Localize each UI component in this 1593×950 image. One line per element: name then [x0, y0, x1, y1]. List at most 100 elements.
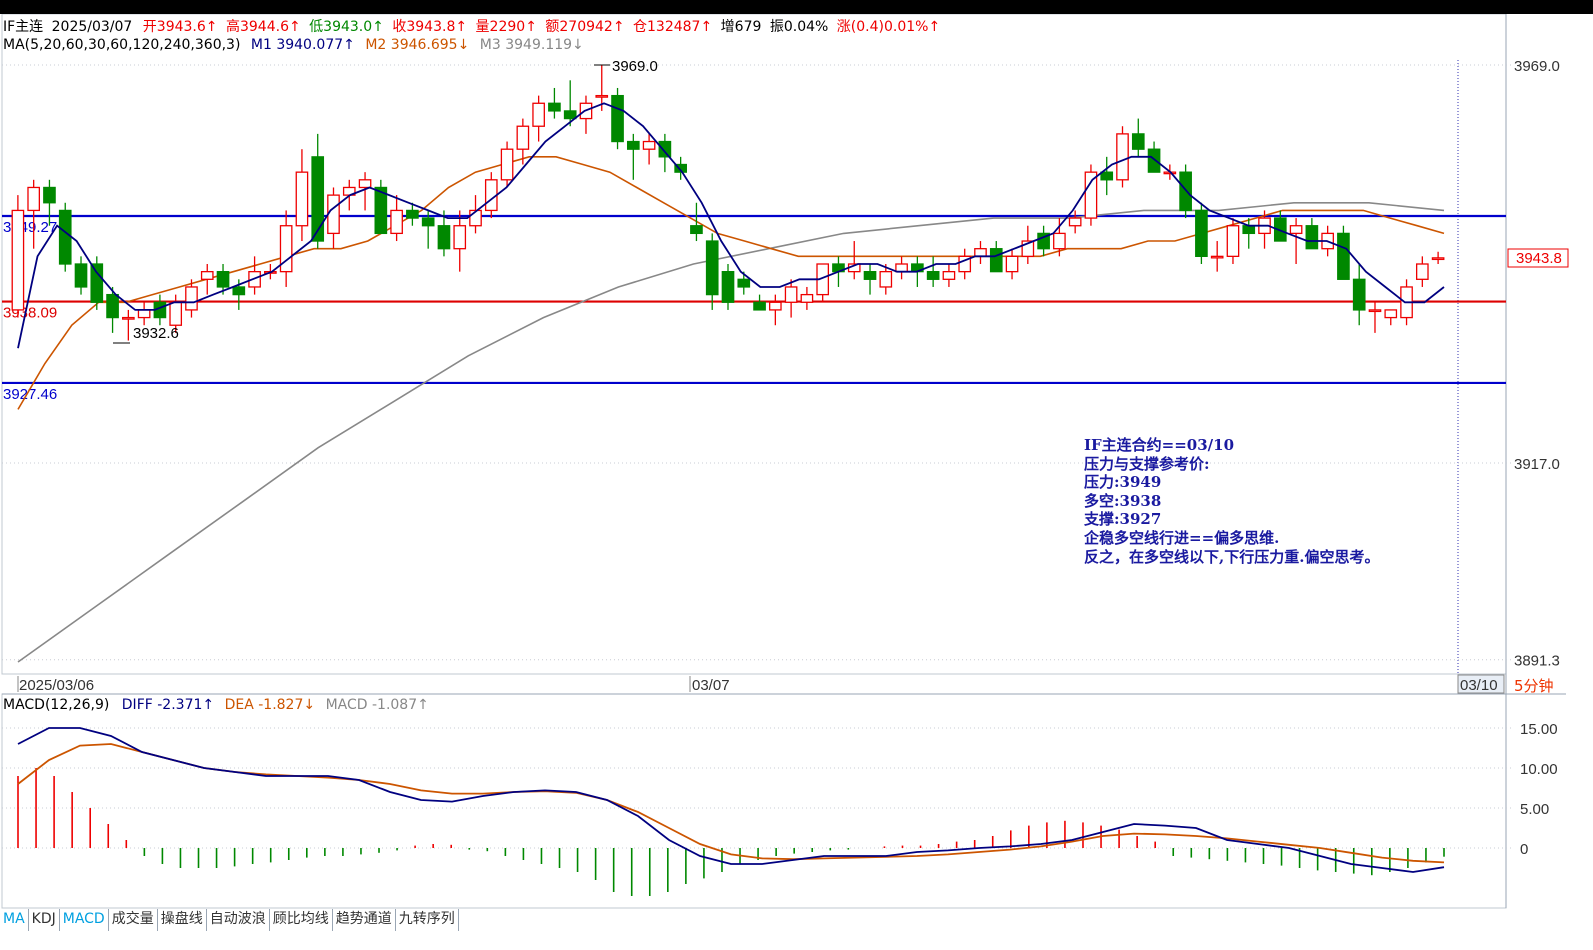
candle-body	[27, 186, 41, 212]
candle-body	[516, 125, 530, 150]
quote-date: 2025/03/07	[51, 19, 133, 35]
candle-body	[1415, 263, 1429, 280]
tab-gmma[interactable]: 顾比均线	[270, 909, 333, 931]
indicator-tab-bar: MA KDJ MACD 成交量 操盘线 自动波浪 顾比均线 趋势通道 九转序列	[0, 909, 459, 931]
increment-field: 增679	[720, 19, 762, 35]
macd-legend: MACD(12,26,9) DIFF -2.371↑ DEA -1.827↓ M…	[3, 697, 429, 713]
candle-body	[1147, 148, 1161, 173]
tab-trading-line[interactable]: 操盘线	[158, 909, 207, 931]
ma-title: MA(5,20,60,30,60,120,240,360,3)	[3, 37, 241, 53]
candle-body	[1195, 209, 1208, 257]
close-field: 收3943.8↑	[392, 19, 468, 35]
candle-body	[1337, 232, 1350, 280]
date-label-0307: 03/07	[692, 677, 730, 694]
low-label: 3932.6	[133, 325, 179, 342]
ma-legend: MA(5,20,60,30,60,120,240,360,3) M1 3940.…	[3, 37, 584, 53]
candle-body	[169, 301, 183, 326]
period-label: 5分钟	[1514, 677, 1554, 695]
macd-diff-line	[17, 727, 1445, 873]
candle-body	[721, 271, 735, 303]
macd-diff-value: DIFF -2.371↑	[121, 697, 215, 713]
date-axis: 2025/03/06 03/07 03/10 5分钟	[17, 674, 1554, 695]
price-axis-label: 3917.0	[1514, 456, 1560, 473]
candle-body	[232, 286, 246, 296]
candle-body	[437, 225, 451, 250]
tab-trend-channel[interactable]: 趋势通道	[333, 909, 396, 931]
candle-body	[216, 271, 230, 288]
macd-axis-label: 5.00	[1520, 801, 1549, 818]
candle-body	[563, 110, 577, 120]
candle-body	[1384, 309, 1398, 319]
candle-body	[185, 286, 198, 311]
macd-dea-line	[17, 743, 1445, 864]
candle-body	[1226, 225, 1240, 257]
high-field: 高3944.6↑	[225, 19, 301, 35]
volume-field: 量2290↑	[475, 19, 537, 35]
note-line: 多空:3938	[1084, 491, 1162, 510]
candle-body	[1068, 217, 1082, 227]
ma-m2: M2 3946.695↓	[365, 37, 470, 53]
tab-auto-wave[interactable]: 自动波浪	[207, 909, 270, 931]
date-label-0306: 2025/03/06	[19, 677, 94, 694]
candle-body	[1100, 171, 1114, 181]
candle-body	[1131, 133, 1145, 150]
candle-body	[1179, 171, 1192, 212]
price-tag-value: 3943.8	[1516, 250, 1562, 267]
candle-body	[1352, 278, 1366, 311]
candle-body	[989, 248, 1003, 273]
candle-body	[895, 263, 908, 273]
candlesticks	[11, 65, 1445, 341]
price-axis: 3969.0 3917.0 3891.3	[2, 58, 1560, 670]
candle-body	[122, 316, 135, 320]
candle-body	[137, 309, 151, 319]
candle-body	[90, 263, 104, 303]
candle-body	[926, 271, 940, 280]
candle-body	[390, 209, 403, 235]
candle-body	[548, 102, 561, 112]
oi-field: 仓132487↑	[633, 19, 713, 35]
tab-volume[interactable]: 成交量	[109, 909, 158, 931]
note-line: 支撑:3927	[1084, 510, 1162, 529]
candle-body	[595, 94, 609, 98]
candle-body	[753, 301, 766, 311]
note-line: IF主连合约==03/10	[1084, 436, 1235, 454]
candle-body	[705, 240, 719, 296]
tab-ma[interactable]: MA	[0, 909, 29, 931]
tab-macd[interactable]: MACD	[60, 909, 109, 931]
change-field: 涨(0.4)0.01%↑	[836, 19, 941, 35]
candle-body	[611, 94, 624, 143]
open-field: 开3943.6↑	[142, 19, 218, 35]
toolbar-strip	[0, 0, 1593, 14]
candle-body	[626, 140, 640, 150]
series-line	[17, 743, 1445, 864]
macd-macd-value: MACD -1.087↑	[325, 697, 429, 713]
tab-td-sequence[interactable]: 九转序列	[396, 909, 459, 931]
note-line: 反之，在多空线以下,下行压力重.偏空思考。	[1084, 547, 1380, 566]
note-line: 压力与支撑参考价:	[1084, 454, 1210, 473]
candle-body	[1116, 133, 1129, 181]
candle-body	[863, 271, 877, 280]
tab-kdj[interactable]: KDJ	[29, 909, 60, 931]
amount-field: 额270942↑	[545, 19, 625, 35]
amplitude-field: 振0.04%	[769, 19, 829, 35]
candle-body	[1005, 255, 1019, 273]
price-axis-label: 3891.3	[1514, 653, 1560, 670]
candle-body	[769, 301, 782, 311]
series-line	[17, 727, 1445, 873]
note-line: 企稳多空线行进==偏多思维.	[1084, 528, 1280, 547]
high-annotation: 3969.0	[594, 58, 658, 75]
candle-body	[658, 140, 672, 158]
macd-dea-value: DEA -1.827↓	[224, 697, 316, 713]
candle-body	[1210, 255, 1224, 259]
low-field: 低3943.0↑	[309, 19, 384, 35]
candle-body	[642, 140, 656, 150]
price-panel-frame	[1, 14, 1507, 675]
macd-histogram	[17, 768, 1445, 896]
candle-body	[737, 278, 751, 288]
analysis-note: IF主连合约==03/10 压力与支撑参考价: 压力:3949 多空:3938 …	[1084, 436, 1379, 566]
level-label: 3938.09	[3, 305, 57, 322]
quote-header: IF主连 2025/03/07 开3943.6↑ 高3944.6↑ 低3943.…	[3, 16, 940, 36]
candle-body	[311, 156, 325, 242]
candle-body	[200, 271, 214, 280]
price-axis-label: 3969.0	[1514, 58, 1560, 75]
